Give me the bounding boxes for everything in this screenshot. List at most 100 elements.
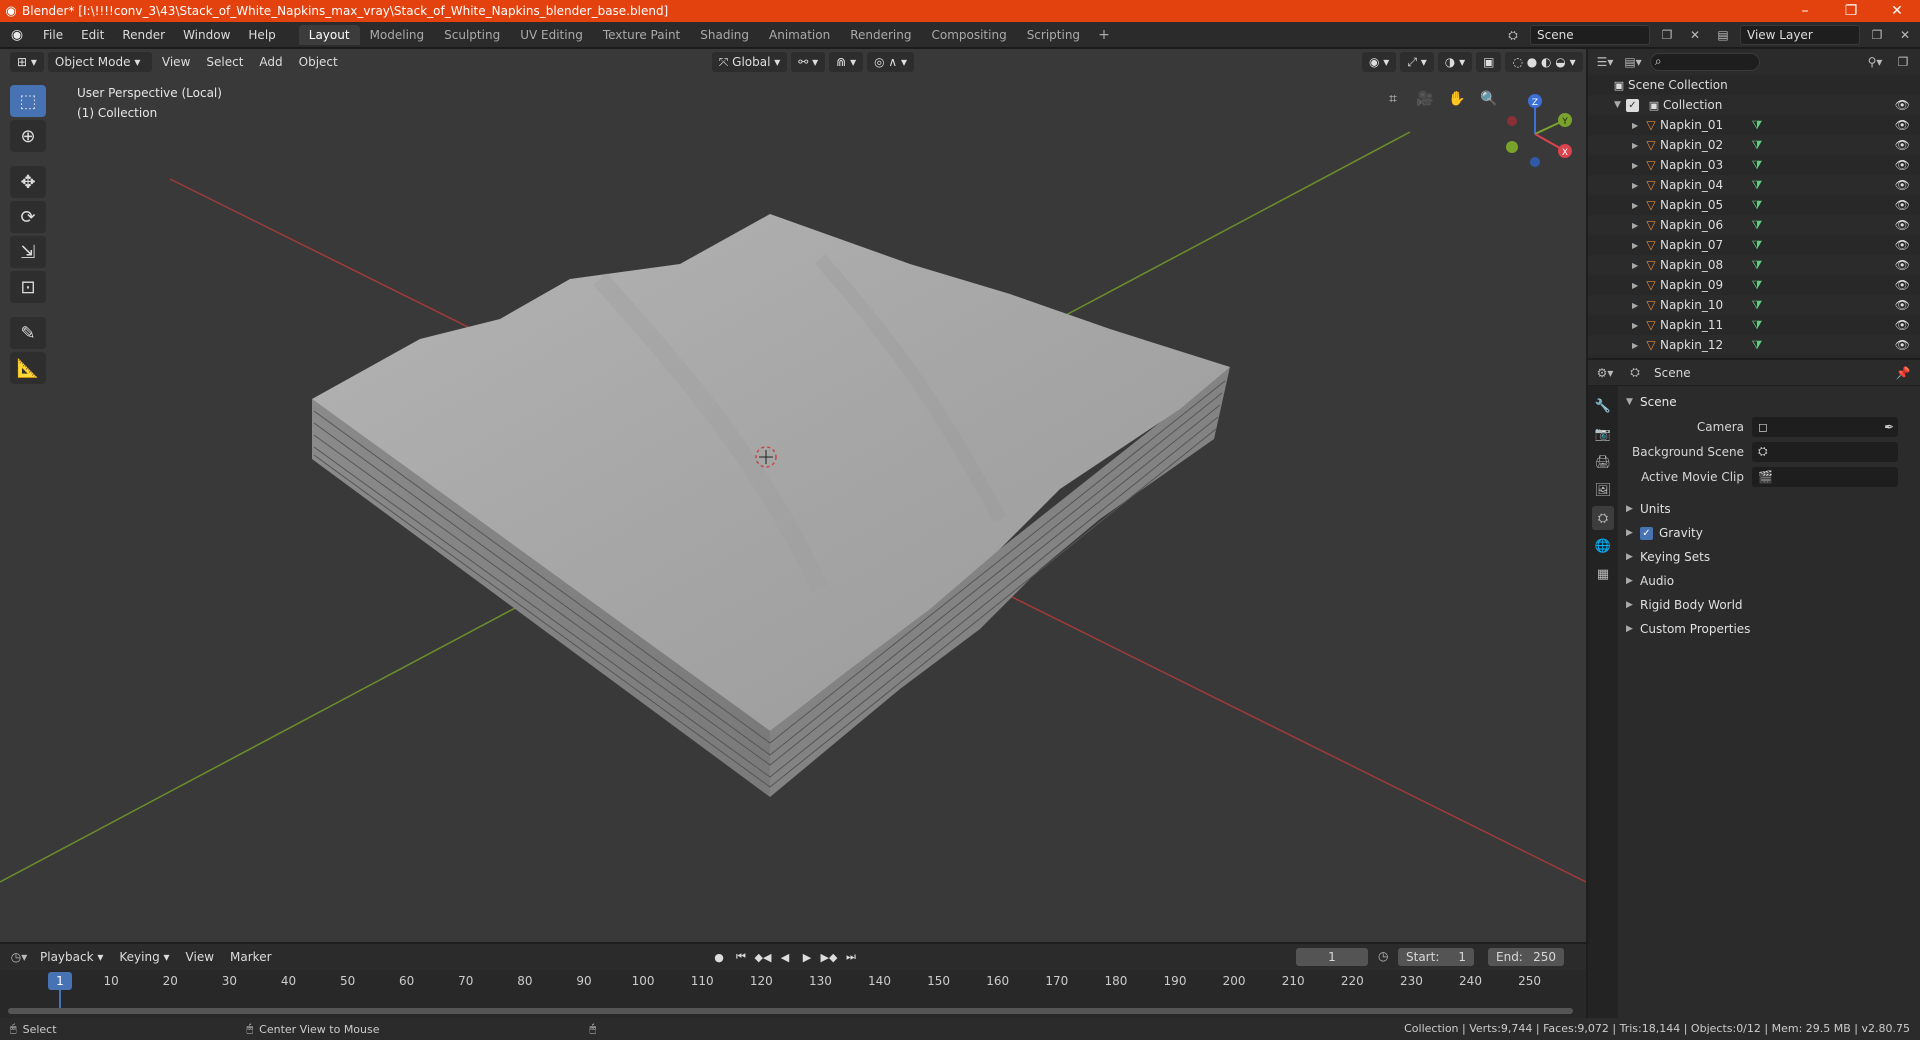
object-visibility-icon[interactable]: 👁 [1895, 118, 1910, 132]
scene-browse-icon[interactable]: ⛭ [1502, 25, 1524, 45]
start-frame-field[interactable]: Start: 1 [1398, 948, 1474, 966]
background-scene-field[interactable]: ⛭ [1752, 441, 1898, 462]
transform-tool-icon[interactable]: ⊡ [10, 271, 46, 303]
object-expand-icon[interactable]: ▶ [1632, 141, 1642, 150]
menu-render[interactable]: Render [113, 28, 174, 42]
collection-row[interactable]: ▼ ✓ ▣ Collection 👁 [1588, 95, 1920, 115]
units-panel[interactable]: ▶ Units [1622, 497, 1916, 521]
audio-panel[interactable]: ▶ Audio [1622, 569, 1916, 593]
view-layer-field[interactable]: View Layer [1740, 25, 1860, 45]
mesh-data-icon[interactable]: ⧩ [1748, 298, 1766, 313]
annotate-tool-icon[interactable]: ✎ [10, 317, 46, 349]
tab-compositing[interactable]: Compositing [921, 25, 1016, 45]
timeline-ruler[interactable]: 10 20 30 40 50 60 70 80 90 100 110 120 130 140 150 160 1… [0, 970, 1586, 992]
object-expand-icon[interactable]: ▶ [1632, 281, 1642, 290]
object-visibility-icon[interactable]: 👁 [1895, 178, 1910, 192]
object-visibility-icon[interactable]: 👁 [1895, 238, 1910, 252]
mesh-data-icon[interactable]: ⧩ [1748, 278, 1766, 293]
menu-file[interactable]: File [34, 28, 72, 42]
object-expand-icon[interactable]: ▶ [1632, 261, 1642, 270]
next-keyframe-icon[interactable]: ▶◆ [820, 948, 838, 966]
mesh-data-icon[interactable]: ⧩ [1748, 118, 1766, 133]
object-visibility-icon[interactable]: 👁 [1895, 138, 1910, 152]
active-movie-clip-field[interactable]: 🎬 [1752, 466, 1898, 487]
tab-scripting[interactable]: Scripting [1017, 25, 1090, 45]
blender-menu-icon[interactable]: ◉ [0, 27, 34, 43]
object-expand-icon[interactable]: ▶ [1632, 321, 1642, 330]
add-workspace-icon[interactable]: + [1090, 27, 1118, 43]
object-visibility-icon[interactable]: 👁 [1895, 198, 1910, 212]
keying-sets-panel[interactable]: ▶ Keying Sets [1622, 545, 1916, 569]
current-frame-field[interactable]: 1 [1296, 948, 1368, 966]
mesh-data-icon[interactable]: ⧩ [1748, 258, 1766, 273]
outliner-object-row[interactable]: ▶ ▽ Napkin_12 ⧩ 👁 [1588, 335, 1920, 355]
editor-type-icon[interactable]: ⊞ ▾ [10, 52, 44, 72]
object-visibility-icon[interactable]: 👁 [1895, 278, 1910, 292]
scene-collection-row[interactable]: ▣ Scene Collection [1588, 75, 1920, 95]
gizmo-neg-x-icon[interactable] [1507, 116, 1517, 126]
maximize-button[interactable]: ❐ [1828, 3, 1874, 19]
end-frame-field[interactable]: End: 250 [1488, 948, 1564, 966]
object-visibility-icon[interactable]: 👁 [1895, 158, 1910, 172]
timeline-editor-type-icon[interactable]: ◷▾ [8, 947, 30, 967]
world-tab-icon[interactable]: 🌐 [1592, 534, 1614, 558]
transform-orientation-selector[interactable]: ⤧ Global ▾ [711, 52, 788, 72]
menu-help[interactable]: Help [239, 28, 284, 42]
outliner-object-row[interactable]: ▶ ▽ Napkin_03 ⧩ 👁 [1588, 155, 1920, 175]
select-box-tool-icon[interactable]: ⬚ [10, 85, 46, 117]
rotate-tool-icon[interactable]: ⟳ [10, 201, 46, 233]
camera-view-icon[interactable]: 🎥 [1412, 87, 1438, 111]
object-expand-icon[interactable]: ▶ [1632, 121, 1642, 130]
camera-field[interactable]: ◻ ✒ [1752, 416, 1898, 437]
viewport-menu-object[interactable]: Object [293, 55, 344, 69]
new-scene-icon[interactable]: ❐ [1656, 25, 1678, 45]
object-visibility-icon[interactable]: 👁 [1895, 258, 1910, 272]
outliner-search-input[interactable]: ⌕ [1650, 53, 1760, 71]
mesh-data-icon[interactable]: ⧩ [1748, 158, 1766, 173]
object-expand-icon[interactable]: ▶ [1632, 341, 1642, 350]
pivot-point-icon[interactable]: ⚯ ▾ [791, 52, 826, 72]
viewport-menu-select[interactable]: Select [200, 55, 249, 69]
filter-icon[interactable]: ⚲▾ [1864, 52, 1886, 72]
minimize-button[interactable]: – [1782, 3, 1828, 19]
jump-end-icon[interactable]: ⏭ [842, 948, 860, 966]
preview-range-icon[interactable]: ◷ [1378, 949, 1388, 963]
display-mode-icon[interactable]: ▤▾ [1622, 52, 1644, 72]
object-expand-icon[interactable]: ▶ [1632, 181, 1642, 190]
texture-tab-icon[interactable]: ▦ [1592, 562, 1614, 586]
menu-window[interactable]: Window [174, 28, 239, 42]
overlay-toggle-icon[interactable]: ◑ ▾ [1437, 52, 1473, 72]
viewport-menu-view[interactable]: View [156, 55, 196, 69]
mesh-data-icon[interactable]: ⧩ [1748, 138, 1766, 153]
outliner-object-row[interactable]: ▶ ▽ Napkin_07 ⧩ 👁 [1588, 235, 1920, 255]
shading-mode-icons[interactable]: ◌ ● ◐ ◒ ▾ [1505, 52, 1583, 72]
tab-modeling[interactable]: Modeling [360, 25, 435, 45]
object-expand-icon[interactable]: ▶ [1632, 221, 1642, 230]
mesh-data-icon[interactable]: ⧩ [1748, 198, 1766, 213]
outliner-object-row[interactable]: ▶ ▽ Napkin_08 ⧩ 👁 [1588, 255, 1920, 275]
prev-keyframe-icon[interactable]: ◆◀ [754, 948, 772, 966]
mesh-data-icon[interactable]: ⧩ [1748, 238, 1766, 253]
custom-properties-panel[interactable]: ▶ Custom Properties [1622, 617, 1916, 641]
tab-texture-paint[interactable]: Texture Paint [593, 25, 690, 45]
proportional-edit-icon[interactable]: ◎ ∧ ▾ [867, 52, 915, 72]
play-icon[interactable]: ▶ [798, 948, 816, 966]
cursor-tool-icon[interactable]: ⊕ [10, 120, 46, 152]
scene-panel-header[interactable]: ▼ Scene [1622, 390, 1916, 414]
outliner-object-row[interactable]: ▶ ▽ Napkin_04 ⧩ 👁 [1588, 175, 1920, 195]
tab-uv-editing[interactable]: UV Editing [510, 25, 593, 45]
mesh-data-icon[interactable]: ⧩ [1748, 338, 1766, 353]
new-collection-icon[interactable]: ❐ [1892, 52, 1914, 72]
gizmo-neg-y-icon[interactable] [1506, 141, 1518, 153]
3d-viewport[interactable]: ⊞ ▾ Object Mode ▾ View Select Add Object… [0, 49, 1586, 942]
outliner-object-row[interactable]: ▶ ▽ Napkin_05 ⧩ 👁 [1588, 195, 1920, 215]
timeline-scrollbar[interactable] [8, 1008, 1573, 1014]
tool-tab-icon[interactable]: 🔧 [1592, 394, 1614, 418]
play-reverse-icon[interactable]: ◀ [776, 948, 794, 966]
view-layer-browse-icon[interactable]: ▤ [1712, 25, 1734, 45]
render-tab-icon[interactable]: 📷 [1592, 422, 1614, 446]
outliner-object-row[interactable]: ▶ ▽ Napkin_11 ⧩ 👁 [1588, 315, 1920, 335]
pin-icon[interactable]: 📌 [1892, 363, 1914, 383]
delete-view-layer-icon[interactable]: ✕ [1894, 25, 1916, 45]
outliner-object-row[interactable]: ▶ ▽ Napkin_06 ⧩ 👁 [1588, 215, 1920, 235]
